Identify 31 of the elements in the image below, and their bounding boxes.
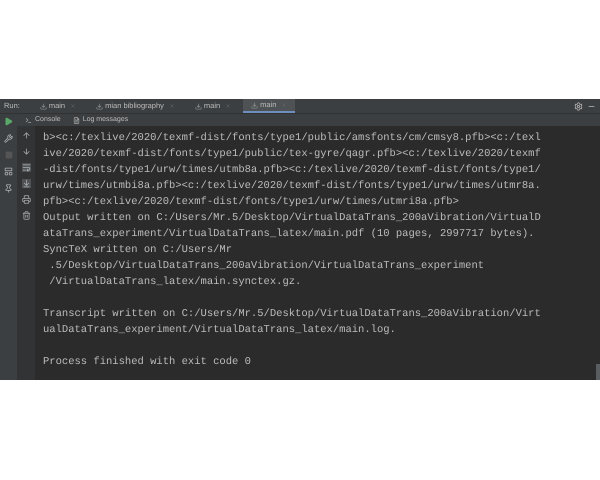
run-config-icon xyxy=(96,102,104,110)
print-icon[interactable] xyxy=(22,195,30,204)
pin-icon[interactable] xyxy=(4,184,13,193)
settings-icon[interactable] xyxy=(574,102,583,110)
console-line: /VirtualDataTrans_latex/main.synctex.gz. xyxy=(48,275,302,290)
console-line: ataTrans_experiment/VirtualDataTrans_latex/main.pdf (10 pages, 2997717 bytes). xyxy=(43,227,536,242)
run-config-icon xyxy=(194,102,202,110)
trash-icon[interactable] xyxy=(22,211,30,220)
console-line: ive/2020/texmf-dist/fonts/type1/public/tex-gyre/qagr.pfb><c:/texlive/2020/texmf xyxy=(43,147,542,162)
console-line: pfb><c:/texlive/2020/texmf-dist/fonts/type1/urw/times/utmri8a.pfb> xyxy=(43,195,460,210)
console-line: ualDataTrans_experiment/VirtualDataTrans_latex/main.log. xyxy=(43,323,397,338)
run-icon[interactable] xyxy=(4,117,13,126)
wrap-icon[interactable] xyxy=(22,163,30,172)
console-line: SyncTeX written on C:/Users/Mr xyxy=(43,243,234,258)
run-config-icon xyxy=(251,102,258,108)
console-line: Process finished with exit code 0 xyxy=(43,355,252,370)
wrench-icon[interactable] xyxy=(4,134,13,143)
layout-icon[interactable] xyxy=(4,167,13,176)
run-config-icon xyxy=(40,102,47,110)
up-arrow-icon[interactable] xyxy=(22,131,30,140)
console-line: b><c:/texlive/2020/texmf-dist/fonts/type1/public/amsfonts/cm/cmsy8.pfb><c:/texl xyxy=(43,131,542,146)
scrollbar[interactable] xyxy=(596,364,600,380)
console-line: urw/times/utmbi8a.pfb><c:/texlive/2020/texmf-dist/fonts/type1/urw/times/utmr8a. xyxy=(43,179,542,194)
console-line: Output written on C:/Users/Mr.5/Desktop/VirtualDataTrans_200aVibration/VirtualD xyxy=(43,211,542,226)
console-line: Transcript written on C:/Users/Mr.5/Desktop/VirtualDataTrans_200aVibration/Virt xyxy=(43,307,542,322)
log-icon xyxy=(72,116,80,124)
scroll-end-icon[interactable] xyxy=(22,179,30,188)
console-line: .5/Desktop/VirtualDataTrans_200aVibration/VirtualDataTrans_experiment xyxy=(48,259,486,274)
down-arrow-icon[interactable] xyxy=(22,147,30,156)
console-icon xyxy=(25,116,32,124)
console-line: -dist/fonts/type1/urw/times/utmb8a.pfb><c:/texlive/2020/texmf-dist/fonts/type1/ xyxy=(43,163,542,178)
